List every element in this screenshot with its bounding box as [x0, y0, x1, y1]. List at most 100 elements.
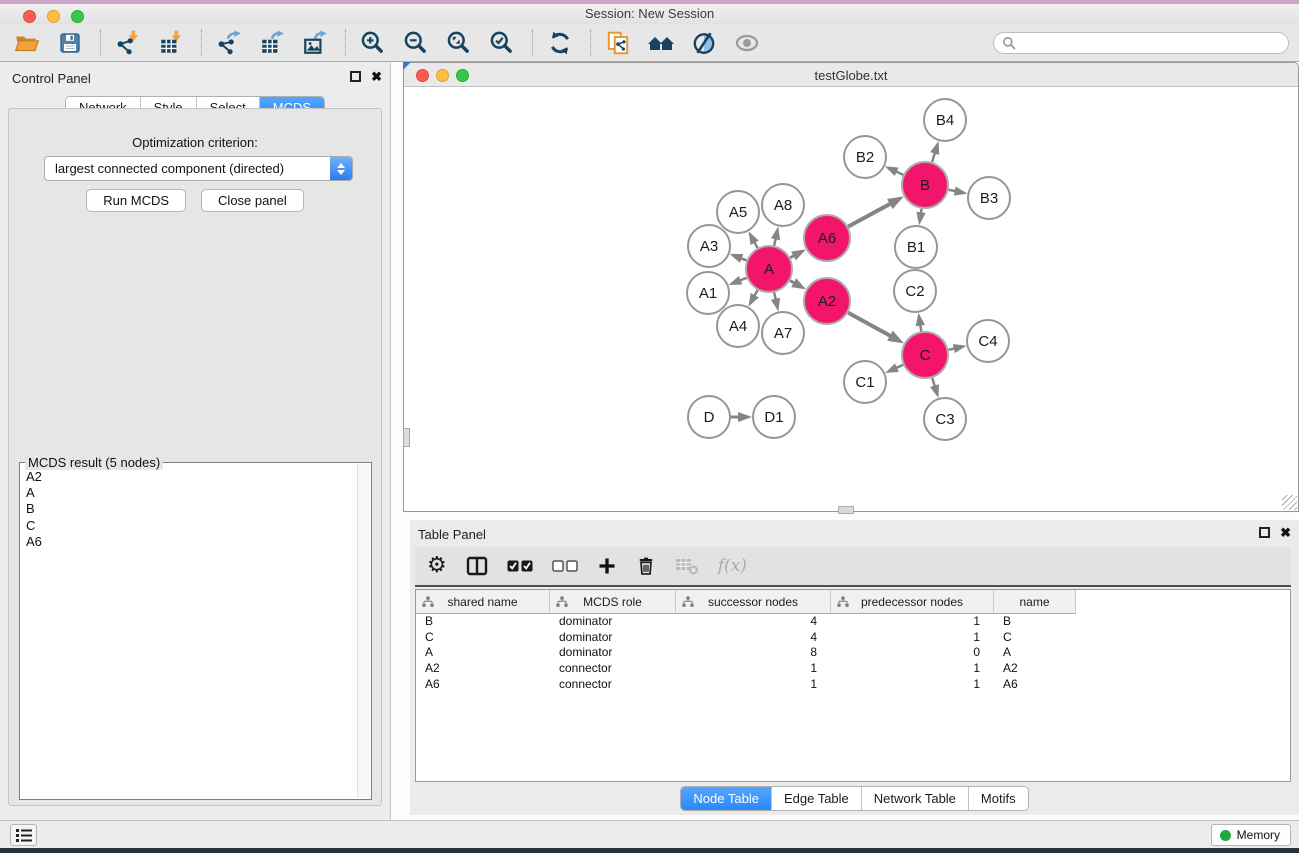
table-settings-gear-icon[interactable]: ⚙	[427, 551, 447, 581]
task-history-button[interactable]	[10, 824, 37, 846]
table-cell[interactable]: C	[416, 630, 550, 646]
column-header-successor-nodes[interactable]: successor nodes	[676, 590, 831, 614]
graph-edge-A2-C[interactable]	[848, 313, 891, 337]
graph-node-A7[interactable]: A7	[762, 312, 804, 354]
zoom-fit-icon[interactable]	[444, 28, 474, 58]
close-panel-icon[interactable]: ✖	[371, 71, 382, 82]
import-table-icon[interactable]	[156, 28, 186, 58]
table-cell[interactable]: 4	[676, 614, 831, 630]
column-header-MCDS-role[interactable]: MCDS role	[550, 590, 676, 614]
graph-edge-A-A4[interactable]	[754, 290, 757, 296]
table-row[interactable]: A6connector11A6	[416, 677, 1290, 693]
table-cell[interactable]: dominator	[550, 645, 676, 661]
graph-edge-B-B4[interactable]	[932, 152, 935, 162]
table-cell[interactable]: C	[994, 630, 1076, 646]
network-canvas[interactable]: B4B2BB3A5A8A6A3B1AC2A1A2A4A7C4CC1C3DD1	[404, 87, 1298, 511]
table-cell[interactable]: B	[994, 614, 1076, 630]
zoom-selected-icon[interactable]	[487, 28, 517, 58]
table-cell[interactable]: dominator	[550, 630, 676, 646]
function-builder-icon[interactable]: f(x)	[718, 551, 747, 581]
table-cell[interactable]: A2	[994, 661, 1076, 677]
graph-node-B4[interactable]: B4	[924, 99, 966, 141]
graph-node-B3[interactable]: B3	[968, 177, 1010, 219]
graph-node-D[interactable]: D	[688, 396, 730, 438]
network-view-window[interactable]: testGlobe.txt B4B2BB3A5A8A6A3B1AC2A1A2A4…	[403, 62, 1299, 512]
graph-node-C1[interactable]: C1	[844, 361, 886, 403]
graph-node-A6[interactable]: A6	[804, 215, 850, 261]
network-graph[interactable]: B4B2BB3A5A8A6A3B1AC2A1A2A4A7C4CC1C3DD1	[404, 87, 1298, 511]
column-header-name[interactable]: name	[994, 590, 1076, 614]
graph-node-C3[interactable]: C3	[924, 398, 966, 440]
graph-node-A4[interactable]: A4	[717, 305, 759, 347]
float-panel-icon[interactable]	[1259, 527, 1270, 538]
table-cell[interactable]: 1	[676, 661, 831, 677]
graph-node-C2[interactable]: C2	[894, 270, 936, 312]
export-table-icon[interactable]	[257, 28, 287, 58]
show-hide-eye-icon[interactable]	[732, 28, 762, 58]
result-item[interactable]: A6	[26, 534, 355, 550]
table-cell[interactable]: connector	[550, 661, 676, 677]
clone-network-icon[interactable]	[603, 28, 633, 58]
graph-node-B[interactable]: B	[902, 162, 948, 208]
table-cell[interactable]: 1	[831, 661, 994, 677]
graph-node-D1[interactable]: D1	[753, 396, 795, 438]
delete-table-icon[interactable]	[675, 551, 699, 581]
column-header-predecessor-nodes[interactable]: predecessor nodes	[831, 590, 994, 614]
result-scrollbar[interactable]	[357, 464, 370, 798]
graph-node-A[interactable]: A	[746, 246, 792, 292]
table-cell[interactable]: 1	[676, 677, 831, 693]
table-cell[interactable]: 1	[831, 630, 994, 646]
split-columns-icon[interactable]	[466, 551, 488, 581]
add-column-icon[interactable]	[597, 551, 617, 581]
graph-node-B2[interactable]: B2	[844, 136, 886, 178]
run-mcds-button[interactable]: Run MCDS	[86, 189, 186, 212]
graph-node-A3[interactable]: A3	[688, 225, 730, 267]
column-header-shared-name[interactable]: shared name	[416, 590, 550, 614]
select-all-checkboxes-icon[interactable]	[507, 551, 533, 581]
table-cell[interactable]: A	[994, 645, 1076, 661]
table-cell[interactable]: B	[416, 614, 550, 630]
table-row[interactable]: A2connector11A2	[416, 661, 1290, 677]
close-panel-icon[interactable]: ✖	[1280, 527, 1291, 538]
delete-column-trash-icon[interactable]	[636, 551, 656, 581]
graph-edge-A-A1[interactable]	[740, 278, 747, 281]
export-network-icon[interactable]	[214, 28, 244, 58]
import-network-icon[interactable]	[113, 28, 143, 58]
table-row[interactable]: Adominator80A	[416, 645, 1290, 661]
table-cell[interactable]: 4	[676, 630, 831, 646]
graph-edge-A-A7[interactable]	[774, 292, 776, 299]
graph-edge-A-A8[interactable]	[774, 238, 776, 245]
close-panel-button[interactable]: Close panel	[201, 189, 304, 212]
open-file-icon[interactable]	[12, 28, 42, 58]
table-cell[interactable]: 8	[676, 645, 831, 661]
graph-edge-B-B2[interactable]	[896, 171, 903, 174]
graph-edge-A-A5[interactable]	[754, 242, 757, 248]
frame-resize-grip[interactable]	[1282, 495, 1297, 510]
graph-edge-C-C2[interactable]	[920, 325, 921, 332]
frame-side-handle[interactable]	[403, 428, 410, 447]
graph-node-C[interactable]: C	[902, 332, 948, 378]
tab-motifs[interactable]: Motifs	[968, 787, 1028, 810]
graph-edge-B-B3[interactable]	[949, 190, 956, 191]
table-cell[interactable]: 1	[831, 677, 994, 693]
export-image-icon[interactable]	[300, 28, 330, 58]
float-panel-icon[interactable]	[350, 71, 361, 82]
save-session-icon[interactable]	[55, 28, 85, 58]
result-item[interactable]: A2	[26, 469, 355, 485]
result-item[interactable]: A	[26, 485, 355, 501]
memory-button[interactable]: Memory	[1211, 824, 1291, 846]
tab-network-table[interactable]: Network Table	[861, 787, 968, 810]
graph-node-A5[interactable]: A5	[717, 191, 759, 233]
unselect-all-checkboxes-icon[interactable]	[552, 551, 578, 581]
graph-node-A8[interactable]: A8	[762, 184, 804, 226]
criterion-dropdown[interactable]: largest connected component (directed)	[44, 156, 353, 181]
graph-edge-C-C1[interactable]	[896, 365, 903, 368]
table-cell[interactable]: connector	[550, 677, 676, 693]
search-input[interactable]	[1016, 36, 1280, 50]
refresh-icon[interactable]	[545, 28, 575, 58]
search-field[interactable]	[993, 32, 1289, 54]
split-divider-handle[interactable]	[838, 506, 854, 514]
network-window-titlebar[interactable]: testGlobe.txt	[404, 63, 1298, 87]
tab-edge-table[interactable]: Edge Table	[771, 787, 861, 810]
table-cell[interactable]: A6	[994, 677, 1076, 693]
